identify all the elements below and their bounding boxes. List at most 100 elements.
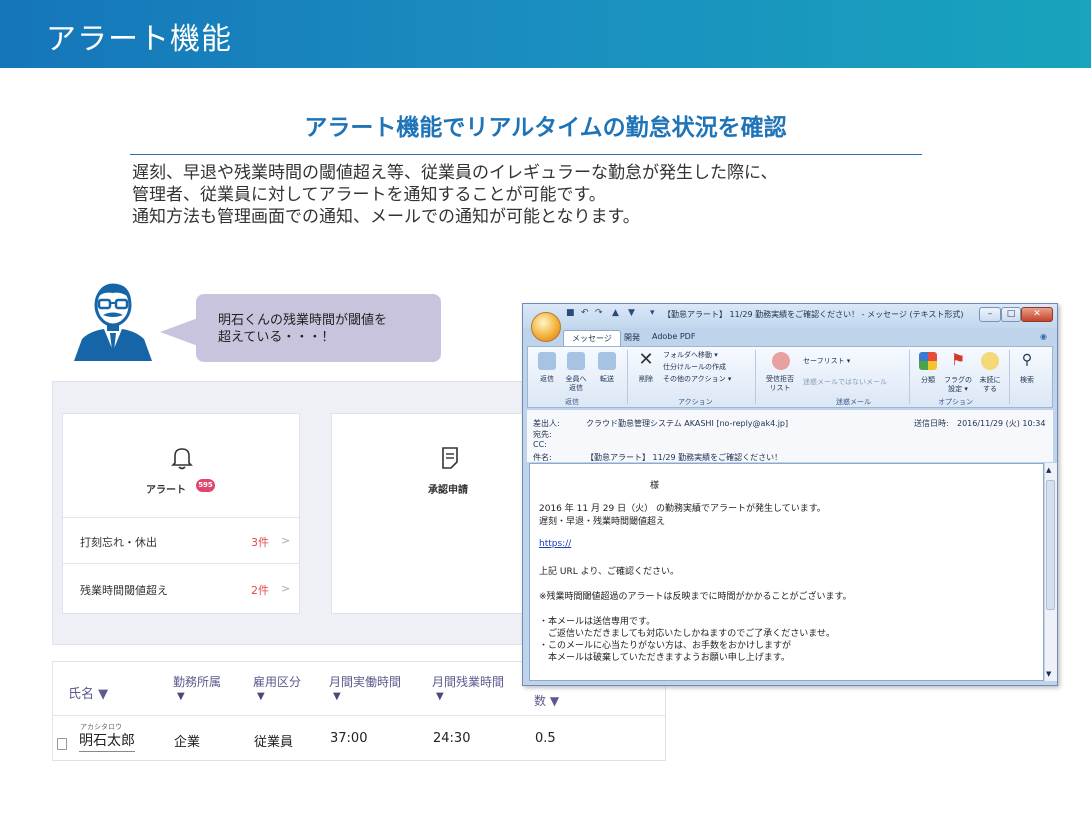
chevron-right-icon: > [281, 582, 291, 595]
safe-list-button[interactable]: セーフリスト ▾ [803, 357, 850, 366]
reply-all-icon [567, 352, 585, 370]
scroll-down-icon[interactable]: ▼ [1046, 670, 1051, 678]
sent-value: 2016/11/29 (火) 10:34 [957, 419, 1046, 428]
speech-bubble-text: 明石くんの残業時間が閾値を 超えている・・・！ [218, 313, 388, 345]
body-line: 遅刻・早退・残業時間閾値超え [539, 517, 666, 527]
reply-all-button[interactable]: 全員へ 返信 [562, 375, 590, 393]
divider [909, 350, 910, 404]
divider [1009, 350, 1010, 404]
flag-button[interactable]: フラグの 設定 ▾ [942, 376, 974, 394]
mark-unread-icon [981, 352, 999, 370]
sort-arrow-icon: ▼ [177, 691, 185, 702]
close-icon[interactable]: ✕ [1021, 307, 1053, 322]
sort-arrow-icon: ▼ [333, 691, 341, 702]
create-rule-button[interactable]: 仕分けルールの作成 [663, 363, 726, 372]
divider [53, 715, 665, 716]
tab-adobe-pdf[interactable]: Adobe PDF [644, 330, 703, 346]
email-window-title: 【勤怠アラート】 11/29 勤務実績をご確認ください！ - メッセージ (テキ… [663, 310, 964, 319]
column-header-work-hours[interactable]: 月間実働時間 [329, 673, 401, 690]
column-header-dept[interactable]: 勤務所属 [173, 673, 221, 690]
reply-button[interactable]: 返信 [533, 375, 561, 384]
alert-card-title: アラート [146, 485, 186, 496]
speech-bubble-tail [160, 318, 198, 346]
tab-message[interactable]: メッセージ [563, 330, 621, 346]
minimize-icon[interactable]: – [979, 307, 1001, 322]
body-line: ※残業時間閾値超過のアラートは反映までに時間がかかることがございます。 [539, 592, 852, 602]
delete-button[interactable]: 削除 [634, 375, 658, 384]
body-salutation: 様 [650, 481, 660, 491]
column-header-type[interactable]: 雇用区分 [253, 673, 301, 690]
column-header-count[interactable]: 数 ▼ [534, 692, 559, 709]
mark-unread-button[interactable]: 未読に する [976, 376, 1004, 394]
maximize-icon[interactable]: □ [1001, 307, 1021, 322]
cell-dept: 企業 [174, 735, 201, 750]
column-header-overtime[interactable]: 月間残業時間 [432, 673, 504, 690]
arrow-up-icon[interactable]: ▲ [612, 308, 619, 318]
ribbon-group-label: 迷惑メール [836, 398, 871, 406]
to-label: 宛先: [533, 430, 552, 439]
divider [627, 350, 628, 404]
bell-icon [171, 448, 193, 470]
sort-arrow-icon: ▼ [436, 691, 444, 702]
flag-icon: ⚑ [950, 350, 966, 369]
approval-card-title: 承認申請 [428, 485, 468, 496]
alert-count-badge: 595 [196, 479, 215, 492]
cell-overtime: 24:30 [433, 731, 471, 746]
from-label: 差出人: [533, 419, 560, 428]
headline-divider [130, 154, 922, 155]
description-line: 遅刻、早退や残業時間の閾値超え等、従業員のイレギュラーな勤怠が発生した際に、 [132, 163, 778, 183]
document-icon [442, 447, 458, 469]
undo-icon[interactable]: ↶ [581, 308, 589, 318]
find-button[interactable]: 検索 [1013, 376, 1041, 385]
email-scrollbar-thumb[interactable] [1046, 480, 1055, 610]
divider [63, 563, 299, 564]
divider [755, 350, 756, 404]
office-button-icon[interactable] [531, 312, 561, 342]
forward-button[interactable]: 転送 [593, 375, 621, 384]
scroll-up-icon[interactable]: ▲ [1046, 466, 1051, 474]
alert-row-count: 2件 [251, 584, 269, 597]
body-link[interactable]: https:// [539, 539, 571, 549]
cell-type: 従業員 [254, 735, 294, 750]
qat-dropdown-icon[interactable]: ▾ [650, 308, 655, 318]
save-icon[interactable]: ■ [566, 308, 575, 318]
categorize-icon [919, 352, 937, 370]
forward-icon [598, 352, 616, 370]
subject-label: 件名: [533, 453, 552, 462]
body-line: 本メールは破棄していただきますようお願い申し上げます。 [539, 653, 790, 663]
row-doc-icon[interactable] [57, 738, 67, 750]
page-title: アラート機能 [46, 22, 232, 57]
ribbon-group-label: アクション [678, 398, 713, 406]
sort-arrow-icon: ▼ [257, 691, 265, 702]
chevron-right-icon: > [281, 534, 291, 547]
ribbon-group-label: オプション [938, 398, 973, 406]
ribbon-group-label: 返信 [565, 398, 579, 406]
divider [63, 517, 299, 518]
delete-x-icon: ✕ [638, 349, 654, 370]
column-header-name[interactable]: 氏名 ▼ [68, 683, 108, 702]
block-list-button[interactable]: 受信拒否 リスト [762, 375, 798, 393]
block-sender-icon [772, 352, 790, 370]
sent-label: 送信日時: [914, 419, 949, 428]
header-band: アラート機能 [0, 0, 1091, 68]
subject-value: 【勤怠アラート】 11/29 勤務実績をご確認ください！ [586, 453, 783, 462]
body-line: 2016 年 11 月 29 日（火） の勤務実績でアラートが発生しています。 [539, 504, 826, 514]
employee-name-link[interactable]: 明石太郎 [79, 730, 135, 752]
cc-label: CC: [533, 440, 547, 449]
other-actions-button[interactable]: その他のアクション ▾ [663, 375, 731, 384]
alert-row-count: 3件 [251, 536, 269, 549]
description-line: 通知方法も管理画面での通知、メールでの通知が可能となります。 [132, 207, 640, 227]
reply-icon [538, 352, 556, 370]
manager-avatar-icon [74, 283, 152, 361]
redo-icon[interactable]: ↷ [595, 308, 603, 318]
from-value: クラウド勤怠管理システム AKASHI [no-reply@ak4.jp] [586, 419, 789, 428]
cell-count: 0.5 [535, 731, 556, 746]
not-junk-button[interactable]: 迷惑メールではないメール [803, 378, 887, 387]
description-line: 管理者、従業員に対してアラートを通知することが可能です。 [132, 185, 606, 205]
arrow-down-icon[interactable]: ▼ [628, 308, 635, 318]
binoculars-icon: ⚲ [1021, 352, 1033, 368]
categorize-button[interactable]: 分類 [915, 376, 941, 385]
help-icon[interactable]: ◉ [1032, 330, 1055, 346]
body-line: 上記 URL より、ご確認ください。 [539, 567, 680, 577]
move-to-folder-button[interactable]: フォルダへ移動 ▾ [663, 351, 718, 360]
